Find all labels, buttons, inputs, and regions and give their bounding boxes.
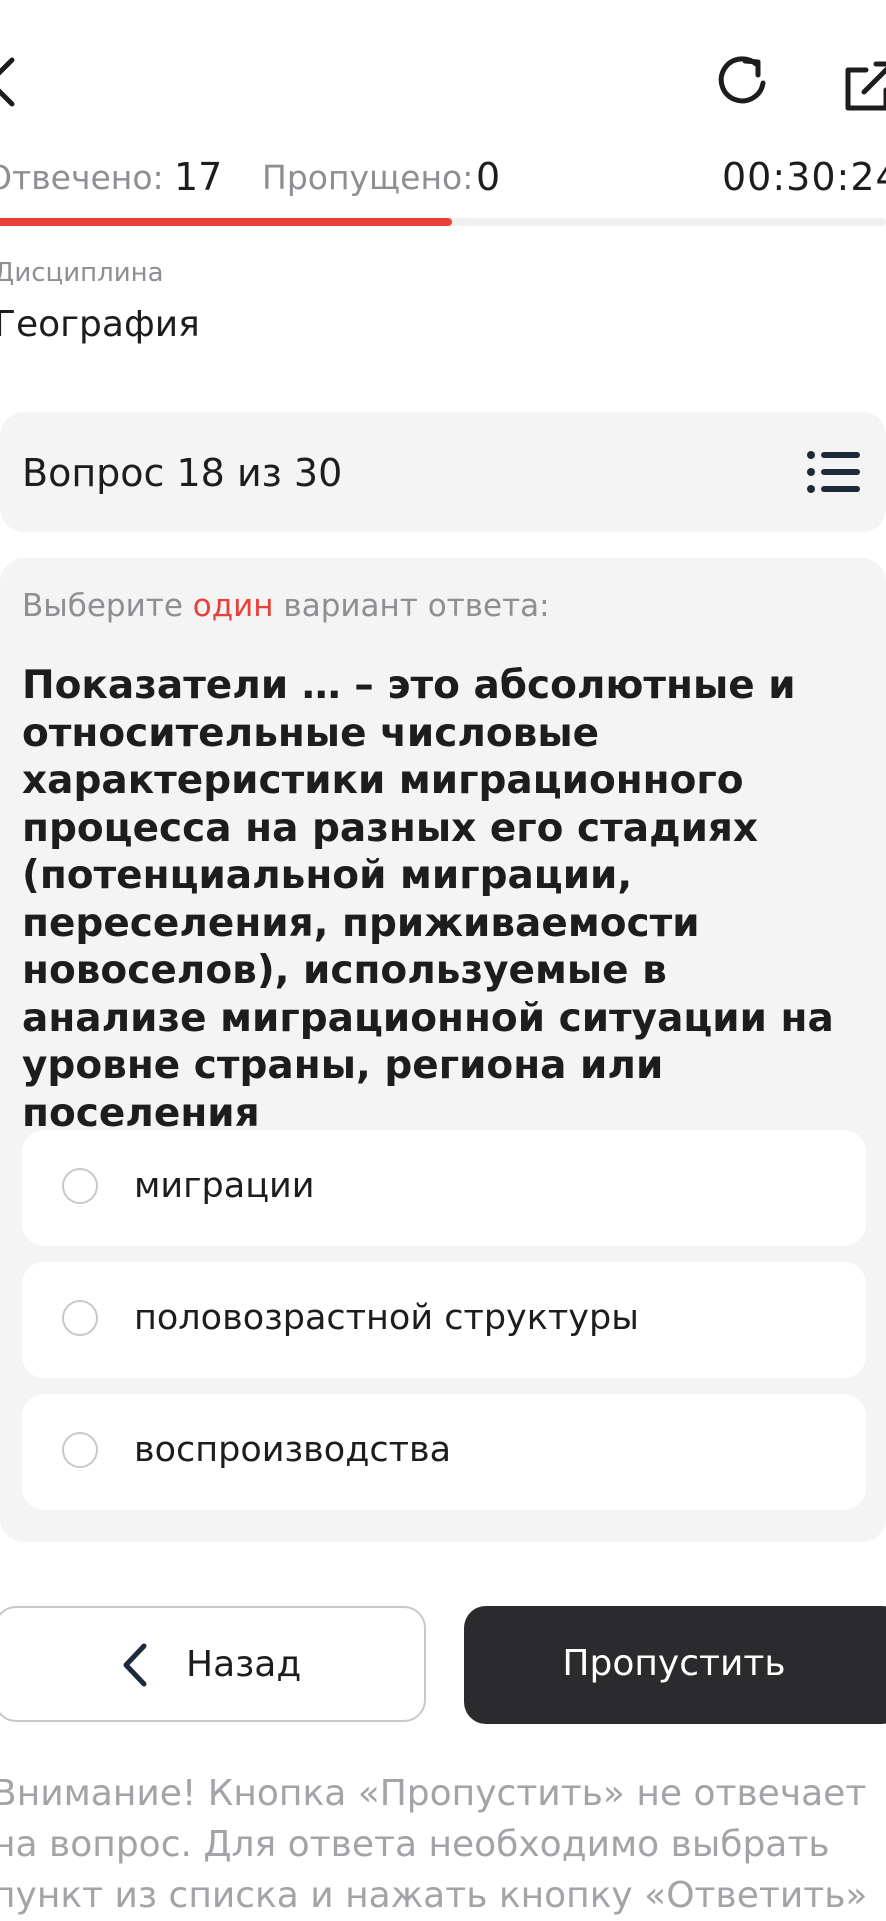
skip-button-label: Пропустить [562,1643,786,1684]
back-nav-button[interactable] [0,52,22,112]
back-button[interactable]: Назад [0,1606,426,1722]
instruction-text-before: Выберите [22,588,193,624]
instruction-text-after: вариант ответа: [273,588,550,624]
answer-option-label: миграции [134,1166,315,1206]
question-instruction: Выберите один вариант ответа: [22,585,550,627]
timer: 00:30:24 [722,155,886,199]
skip-warning-text: Внимание! Кнопка «Пропустить» не отвечае… [0,1773,868,1916]
skipped-count: 0 [476,155,501,199]
instruction-accent: один [192,588,274,624]
radio-button[interactable] [62,1300,98,1336]
back-button-label: Назад [186,1644,302,1685]
question-text: Показатели … – это абсолютные и относите… [22,663,834,1136]
answer-option[interactable]: половозрастной структуры [22,1262,866,1378]
answer-option-label: половозрастной структуры [134,1298,639,1338]
answered-label: Отвечено: [0,158,164,197]
reload-button[interactable] [712,50,772,110]
chevron-left-icon [0,57,15,107]
list-icon [807,451,860,493]
answer-option-label: воспроизводства [134,1430,452,1470]
radio-button[interactable] [62,1432,98,1468]
discipline-value: География [0,304,200,345]
answered-count: 17 [174,155,223,199]
external-link-button[interactable] [844,60,886,112]
skip-button[interactable]: Пропустить [464,1606,886,1724]
answer-option[interactable]: воспроизводства [22,1394,866,1510]
reload-icon [718,56,766,104]
skipped-label: Пропущено: [262,158,474,197]
answer-option[interactable]: миграции [22,1130,866,1246]
chevron-left-icon [123,1643,147,1687]
discipline-label: Дисциплина [0,258,164,288]
question-list-button[interactable] [806,448,862,496]
question-counter: Вопрос 18 из 30 [22,451,343,495]
progress-fill [0,218,452,226]
external-link-icon [845,61,886,111]
radio-button[interactable] [62,1168,98,1204]
